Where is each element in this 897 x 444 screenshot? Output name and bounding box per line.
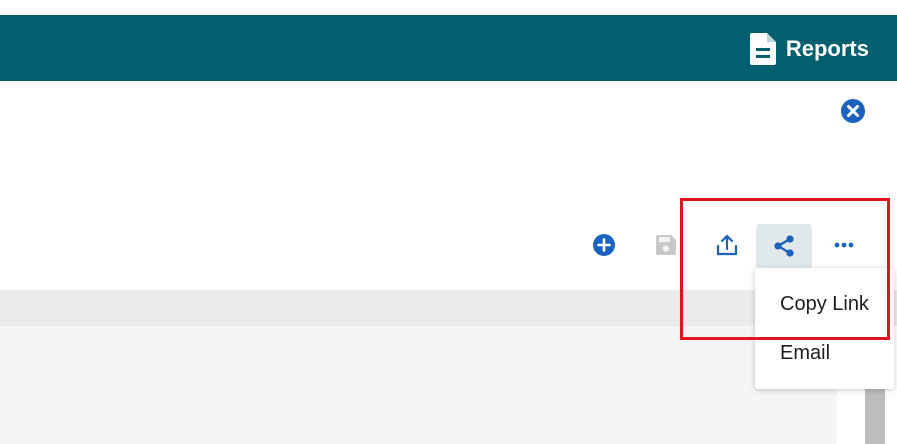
save-button[interactable] (646, 225, 686, 265)
add-button[interactable] (584, 225, 624, 265)
menu-item-email[interactable]: Email (780, 342, 830, 365)
plus-circle-icon (592, 233, 616, 257)
close-icon[interactable] (840, 98, 866, 124)
upload-icon (715, 233, 739, 257)
share-menu: Copy Link Email (755, 268, 894, 389)
more-horizontal-icon (833, 241, 855, 249)
header-title-text: Reports (785, 36, 869, 61)
document-icon (749, 33, 776, 65)
share-button[interactable] (756, 224, 812, 268)
export-button[interactable] (707, 225, 747, 265)
content-area (0, 326, 837, 444)
share-icon (771, 233, 797, 259)
page: Reports Copy Link Email (0, 0, 897, 444)
scrollbar-thumb[interactable] (865, 385, 885, 444)
reports-title: Reports (749, 33, 869, 65)
menu-item-copy-link[interactable]: Copy Link (780, 293, 869, 316)
app-header: Reports (0, 15, 897, 81)
save-icon (655, 234, 677, 256)
more-button[interactable] (824, 225, 864, 265)
